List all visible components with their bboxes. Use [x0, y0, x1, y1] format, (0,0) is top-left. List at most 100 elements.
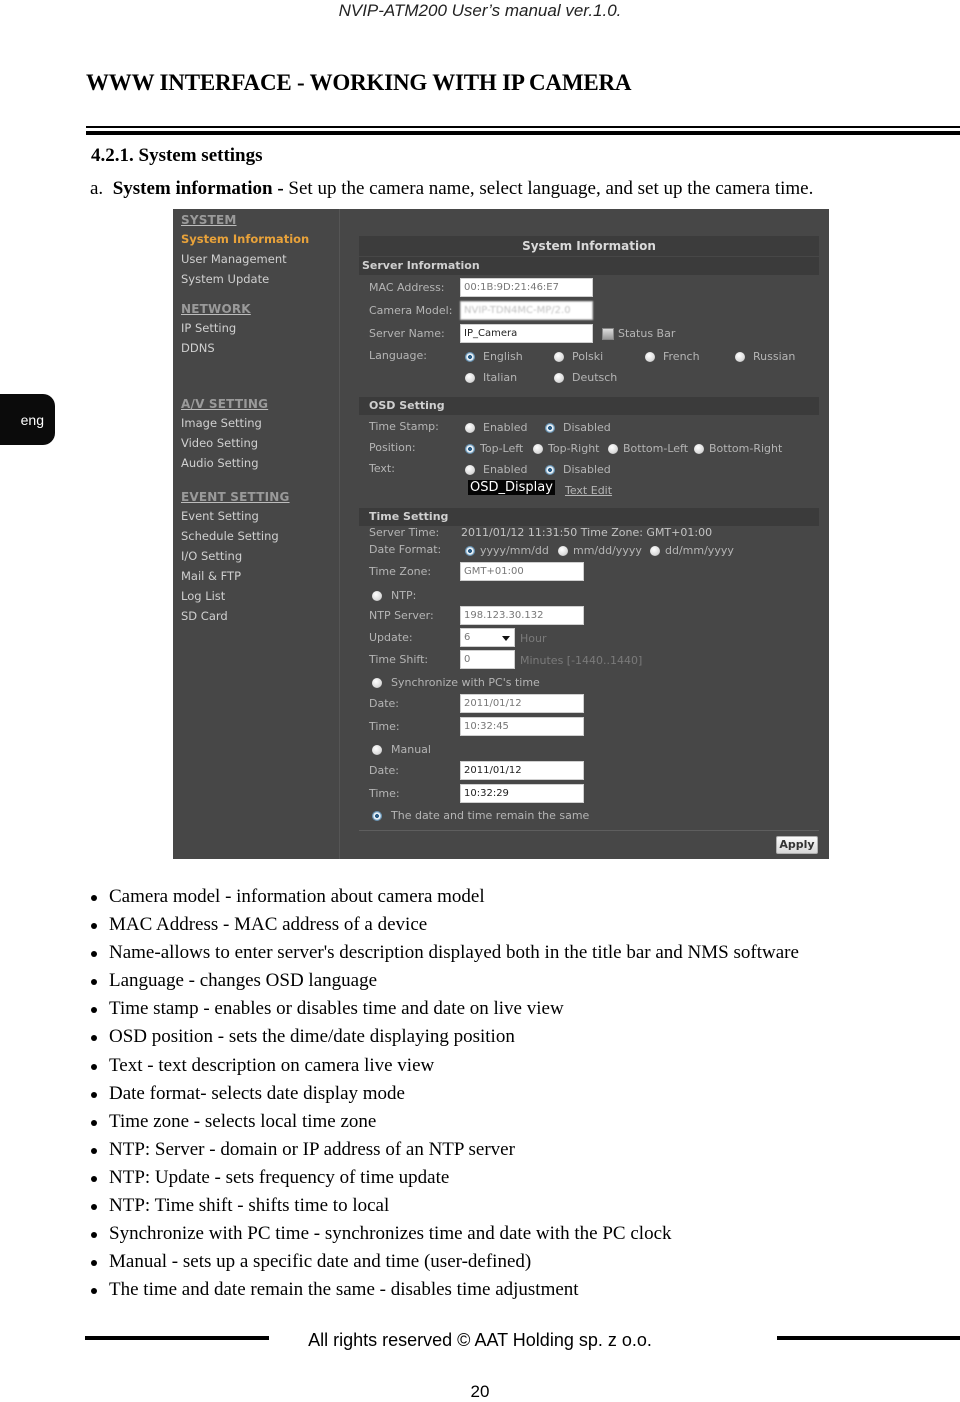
sidebar-header-event-setting[interactable]: EVENT SETTING [181, 489, 290, 506]
text-enabled[interactable]: Enabled [465, 463, 527, 476]
sidebar-item-mail-ftp[interactable]: Mail & FTP [181, 566, 290, 586]
time-shift-label: Time Shift: [369, 653, 429, 666]
language-option-russian[interactable]: Russian [735, 350, 795, 363]
option-label: Enabled [483, 463, 528, 476]
option-label: Italian [483, 371, 518, 384]
sidebar-item-io-setting[interactable]: I/O Setting [181, 546, 290, 566]
sidebar: SYSTEM System Information User Managemen… [173, 209, 340, 859]
manual-time-field[interactable] [460, 784, 584, 803]
update-select[interactable]: 6 [460, 628, 515, 647]
sidebar-header-system[interactable]: SYSTEM [181, 212, 309, 229]
server-time-value: 2011/01/12 11:31:50 Time Zone: GMT+01:00 [461, 526, 713, 539]
text-edit-link[interactable]: Text Edit [565, 484, 612, 497]
radio-selected-icon [545, 422, 555, 433]
time-shift-unit: Minutes [-1440..1440] [520, 654, 643, 667]
text-label: Text: [369, 462, 395, 475]
sync-time-label: Time: [369, 720, 400, 733]
option-label: Deutsch [572, 371, 618, 384]
position-bottom-right[interactable]: Bottom-Right [694, 442, 782, 455]
language-option-deutsch[interactable]: Deutsch [554, 371, 617, 384]
radio-icon [372, 677, 382, 688]
position-top-right[interactable]: Top-Right [533, 442, 600, 455]
chapter-title: WWW INTERFACE - WORKING WITH IP CAMERA [86, 70, 632, 95]
time-shift-field[interactable] [460, 650, 515, 669]
radio-selected-icon [465, 545, 475, 556]
intro-text: Set up the camera name, select language,… [283, 178, 814, 199]
camera-model-label: Camera Model: [369, 304, 453, 317]
radio-icon [533, 443, 543, 454]
sidebar-item-image-setting[interactable]: Image Setting [181, 413, 268, 433]
language-option-italian[interactable]: Italian [465, 371, 517, 384]
option-label: Manual [391, 743, 431, 756]
radio-icon [372, 744, 382, 755]
sidebar-group-event-setting: EVENT SETTING Event Setting Schedule Set… [181, 489, 290, 626]
time-stamp-disabled[interactable]: Disabled [545, 421, 611, 434]
radio-icon [465, 372, 475, 383]
ntp-server-field[interactable] [460, 606, 584, 625]
sync-date-field[interactable] [460, 694, 584, 713]
list-item: NTP: Time shift - shifts time to local [90, 1192, 799, 1220]
sidebar-header-network[interactable]: NETWORK [181, 301, 251, 318]
text-disabled[interactable]: Disabled [545, 463, 611, 476]
sidebar-item-system-information[interactable]: System Information [181, 229, 309, 249]
running-header: NVIP-ATM200 User’s manual ver.1.0. [338, 1, 622, 20]
date-format-dd-mm-yyyy[interactable]: dd/mm/yyyy [650, 544, 734, 557]
sidebar-item-sd-card[interactable]: SD Card [181, 606, 290, 626]
list-item: Time zone - selects local time zone [90, 1108, 799, 1136]
sidebar-item-event-setting[interactable]: Event Setting [181, 506, 290, 526]
status-bar-label: Status Bar [618, 327, 676, 340]
radio-icon [372, 590, 382, 601]
language-option-english[interactable]: English [465, 350, 523, 363]
camera-ui-screenshot: SYSTEM System Information User Managemen… [173, 209, 829, 859]
option-label: NTP: [391, 589, 417, 602]
mac-address-field[interactable] [460, 278, 593, 297]
position-top-left[interactable]: Top-Left [465, 442, 523, 455]
sidebar-item-log-list[interactable]: Log List [181, 586, 290, 606]
status-bar-checkbox[interactable]: Status Bar [602, 327, 675, 340]
option-label: Synchronize with PC's time [391, 676, 540, 689]
option-label: French [663, 350, 700, 363]
manual-date-field[interactable] [460, 761, 584, 780]
sync-date-label: Date: [369, 697, 399, 710]
remain-same-radio[interactable]: The date and time remain the same [372, 809, 589, 822]
manual-date-label: Date: [369, 764, 399, 777]
sidebar-item-audio-setting[interactable]: Audio Setting [181, 453, 268, 473]
list-item: Text - text description on camera live v… [90, 1052, 799, 1080]
sidebar-item-schedule-setting[interactable]: Schedule Setting [181, 526, 290, 546]
radio-icon [558, 545, 568, 556]
camera-model-field[interactable] [460, 301, 593, 320]
apply-button[interactable]: Apply [776, 836, 818, 854]
time-stamp-label: Time Stamp: [369, 420, 439, 433]
sidebar-item-ddns[interactable]: DDNS [181, 338, 251, 358]
sidebar-item-video-setting[interactable]: Video Setting [181, 433, 268, 453]
list-item: MAC Address - MAC address of a device [90, 911, 799, 939]
page-number: 20 [470, 1382, 490, 1401]
option-label: Polski [572, 350, 604, 363]
time-stamp-enabled[interactable]: Enabled [465, 421, 527, 434]
position-bottom-left[interactable]: Bottom-Left [608, 442, 688, 455]
sidebar-item-user-management[interactable]: User Management [181, 249, 309, 269]
osd-text-preview: OSD_Display [468, 480, 555, 495]
server-name-field[interactable] [460, 324, 593, 343]
sidebar-header-av-setting[interactable]: A/V SETTING [181, 396, 268, 413]
feature-list: Camera model - information about camera … [90, 883, 799, 1304]
radio-icon [465, 422, 475, 433]
date-format-yyyy-mm-dd[interactable]: yyyy/mm/dd [465, 544, 549, 557]
radio-icon [735, 351, 745, 362]
language-option-polski[interactable]: Polski [554, 350, 603, 363]
language-option-french[interactable]: French [645, 350, 700, 363]
sync-pc-radio[interactable]: Synchronize with PC's time [372, 676, 540, 689]
sidebar-item-ip-setting[interactable]: IP Setting [181, 318, 251, 338]
ntp-radio[interactable]: NTP: [372, 589, 416, 602]
sidebar-group-av-setting: A/V SETTING Image Setting Video Setting … [181, 396, 268, 473]
date-format-mm-dd-yyyy[interactable]: mm/dd/yyyy [558, 544, 642, 557]
sidebar-item-system-update[interactable]: System Update [181, 269, 309, 289]
radio-icon [645, 351, 655, 362]
radio-selected-icon [465, 443, 475, 454]
section-time-setting: Time Setting [359, 508, 819, 526]
option-label: Disabled [563, 421, 611, 434]
time-zone-field[interactable] [460, 562, 584, 581]
manual-radio[interactable]: Manual [372, 743, 431, 756]
section-heading: 4.2.1. System settings [91, 145, 263, 166]
sync-time-field[interactable] [460, 717, 584, 736]
